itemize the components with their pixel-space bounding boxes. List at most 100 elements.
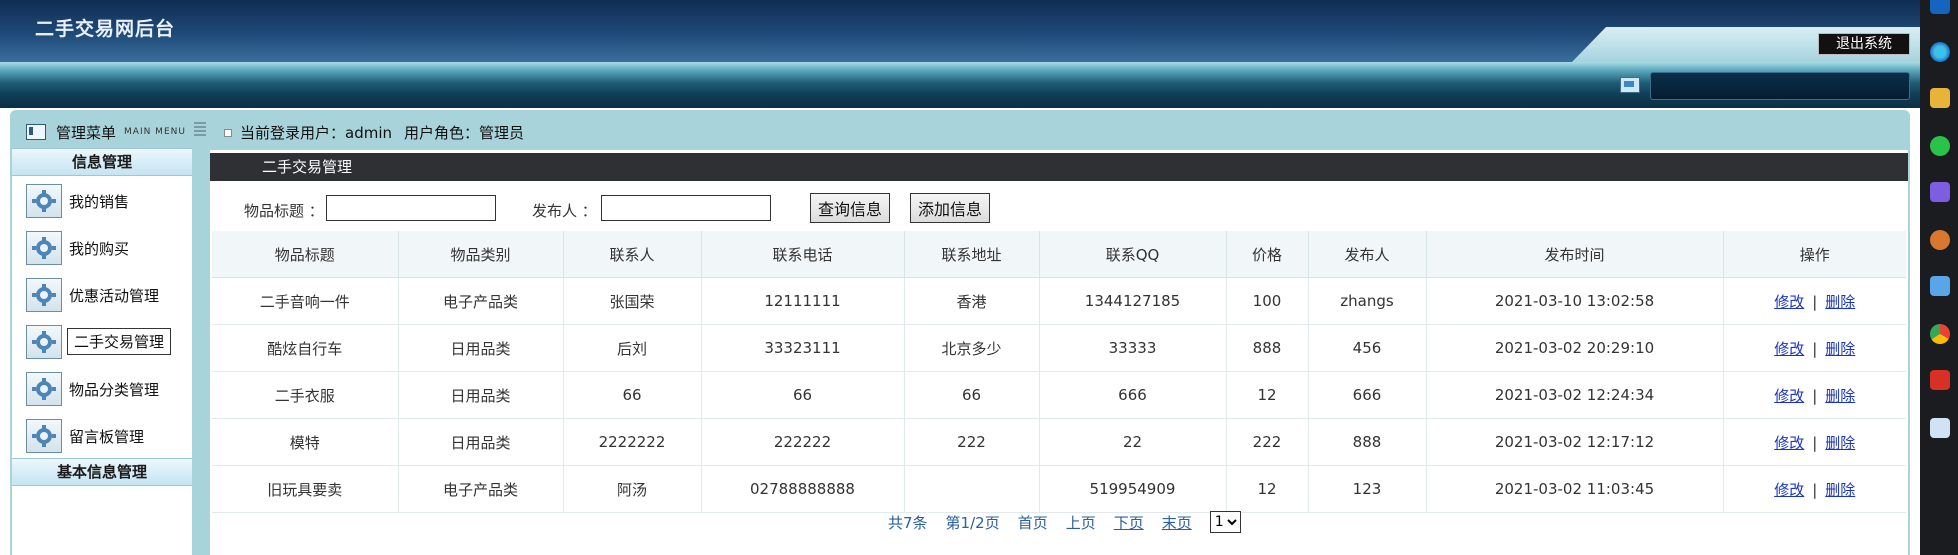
action-separator: |	[1812, 433, 1818, 452]
wps-icon[interactable]	[1930, 370, 1950, 390]
sidebar-item-label: 优惠活动管理	[69, 287, 160, 305]
table-cell: 日用品类	[398, 324, 564, 372]
logout-button[interactable]: 退出系统	[1818, 33, 1910, 55]
app-purple-icon[interactable]	[1930, 182, 1950, 202]
sidebar-item-label: 我的销售	[69, 193, 130, 211]
pagination: 共7条 第1/2页 首页 上页 下页 末页 1	[888, 511, 1241, 533]
sidebar-section-info[interactable]: 信息管理	[12, 148, 192, 176]
sidebar-section-basic-info[interactable]: 基本信息管理	[12, 458, 192, 486]
table-cell: 2021-03-02 11:03:45	[1426, 465, 1724, 513]
table-cell: 12111111	[701, 277, 905, 325]
action-separator: |	[1812, 292, 1818, 311]
page-title: 二手交易管理	[262, 158, 353, 176]
action-separator: |	[1812, 339, 1818, 358]
publisher-search-label: 发布人 ：	[532, 202, 597, 220]
column-header: 价格	[1226, 231, 1309, 278]
table-cell: 模特	[212, 418, 399, 466]
monitor-icon	[1620, 77, 1640, 93]
page-title-bar: 二手交易管理	[210, 153, 1908, 181]
publisher-search-input[interactable]	[601, 195, 771, 221]
table-cell: 日用品类	[398, 418, 564, 466]
bullet-icon	[224, 128, 232, 137]
page-select[interactable]: 1	[1209, 511, 1241, 533]
user-role: 用户角色：管理员	[404, 124, 525, 142]
column-header: 联系地址	[904, 231, 1040, 278]
delete-link[interactable]: 删除	[1825, 293, 1855, 311]
column-header: 物品类别	[398, 231, 564, 278]
table-cell: 222	[1226, 418, 1309, 466]
status-panel	[1650, 72, 1910, 100]
column-header: 联系电话	[701, 231, 905, 278]
table-cell: 66	[904, 371, 1040, 419]
sidebar-item-my-purchases[interactable]: 我的购买	[12, 223, 192, 270]
delete-link[interactable]: 删除	[1825, 434, 1855, 452]
delete-link[interactable]: 删除	[1825, 387, 1855, 405]
table-row: 旧玩具要卖 电子产品类 阿汤 02788888888 519954909 12 …	[212, 465, 1906, 513]
prev-page-link[interactable]: 上页	[1066, 512, 1096, 533]
edit-link[interactable]: 修改	[1774, 340, 1804, 358]
table-row: 二手衣服 日用品类 66 66 66 666 12 666 2021-03-02…	[212, 371, 1906, 419]
table-cell: 456	[1308, 324, 1427, 372]
content-area: 二手交易管理 物品标题 ： 发布人 ： 查询信息 添加信息 物品标题 物品类别 …	[210, 150, 1908, 555]
table-cell: 二手音响一件	[212, 277, 399, 325]
edit-link[interactable]: 修改	[1774, 481, 1804, 499]
sidebar-item-my-sales[interactable]: 我的销售	[12, 176, 192, 223]
table-cell: 阿汤	[563, 465, 702, 513]
column-header: 操作	[1723, 231, 1906, 278]
query-button[interactable]: 查询信息	[810, 193, 891, 223]
sidebar: 信息管理 我的销售 我的购买 优惠活动管理 二手交易管理 物品分类管理 留言板管…	[12, 148, 192, 555]
app-header: 二手交易网后台 退出系统	[0, 0, 1920, 62]
table-cell: 33333	[1039, 324, 1227, 372]
sidebar-item-label: 我的购买	[69, 240, 130, 258]
first-page-link[interactable]: 首页	[1018, 512, 1048, 533]
table-cell: 888	[1226, 324, 1309, 372]
table-cell: 12	[1226, 371, 1309, 419]
sidebar-item-label: 二手交易管理	[67, 328, 172, 355]
delete-link[interactable]: 删除	[1825, 340, 1855, 358]
edit-link[interactable]: 修改	[1774, 434, 1804, 452]
app-orange-icon[interactable]	[1930, 230, 1950, 250]
actions-cell: 修改 | 删除	[1723, 465, 1906, 513]
app-cloud-icon[interactable]	[1930, 418, 1950, 438]
chrome-icon[interactable]	[1930, 324, 1950, 344]
app-blue-icon[interactable]	[1930, 276, 1950, 296]
title-search-input[interactable]	[326, 195, 496, 221]
table-cell: 电子产品类	[398, 465, 564, 513]
actions-cell: 修改 | 删除	[1723, 324, 1906, 372]
gear-icon	[26, 231, 62, 265]
table-cell: 旧玩具要卖	[212, 465, 399, 513]
title-search-label: 物品标题 ：	[244, 202, 324, 220]
edge-browser-icon[interactable]	[1930, 42, 1950, 62]
wechat-icon[interactable]	[1930, 136, 1950, 156]
table-cell: 后刘	[563, 324, 702, 372]
table-cell: 66	[563, 371, 702, 419]
column-header: 联系QQ	[1039, 231, 1227, 278]
gear-icon	[26, 325, 62, 359]
table-cell: 2021-03-02 12:24:34	[1426, 371, 1724, 419]
gear-icon	[26, 419, 62, 453]
table-cell: 222	[904, 418, 1040, 466]
table-cell: 100	[1226, 277, 1309, 325]
action-separator: |	[1812, 480, 1818, 499]
table-cell: 1344127185	[1039, 277, 1227, 325]
table-cell: 222222	[701, 418, 905, 466]
sidebar-item-secondhand-trade[interactable]: 二手交易管理	[12, 317, 192, 364]
delete-link[interactable]: 删除	[1825, 481, 1855, 499]
folder-icon[interactable]	[1930, 88, 1950, 108]
sidebar-item-label: 物品分类管理	[69, 381, 160, 399]
app-p-icon[interactable]	[1930, 0, 1950, 14]
table-cell: 888	[1308, 418, 1427, 466]
sidebar-item-promotions[interactable]: 优惠活动管理	[12, 270, 192, 317]
edit-link[interactable]: 修改	[1774, 387, 1804, 405]
last-page-link[interactable]: 末页	[1162, 512, 1192, 533]
sidebar-item-categories[interactable]: 物品分类管理	[12, 364, 192, 411]
table-cell: 519954909	[1039, 465, 1227, 513]
sidebar-item-message-board[interactable]: 留言板管理	[12, 411, 192, 458]
menu-collapse-icon[interactable]	[194, 122, 206, 136]
menu-subtitle: MAIN MENU	[124, 127, 186, 137]
next-page-link[interactable]: 下页	[1114, 512, 1144, 533]
table-cell: 66	[701, 371, 905, 419]
table-cell: 22	[1039, 418, 1227, 466]
edit-link[interactable]: 修改	[1774, 293, 1804, 311]
add-button[interactable]: 添加信息	[910, 193, 991, 223]
